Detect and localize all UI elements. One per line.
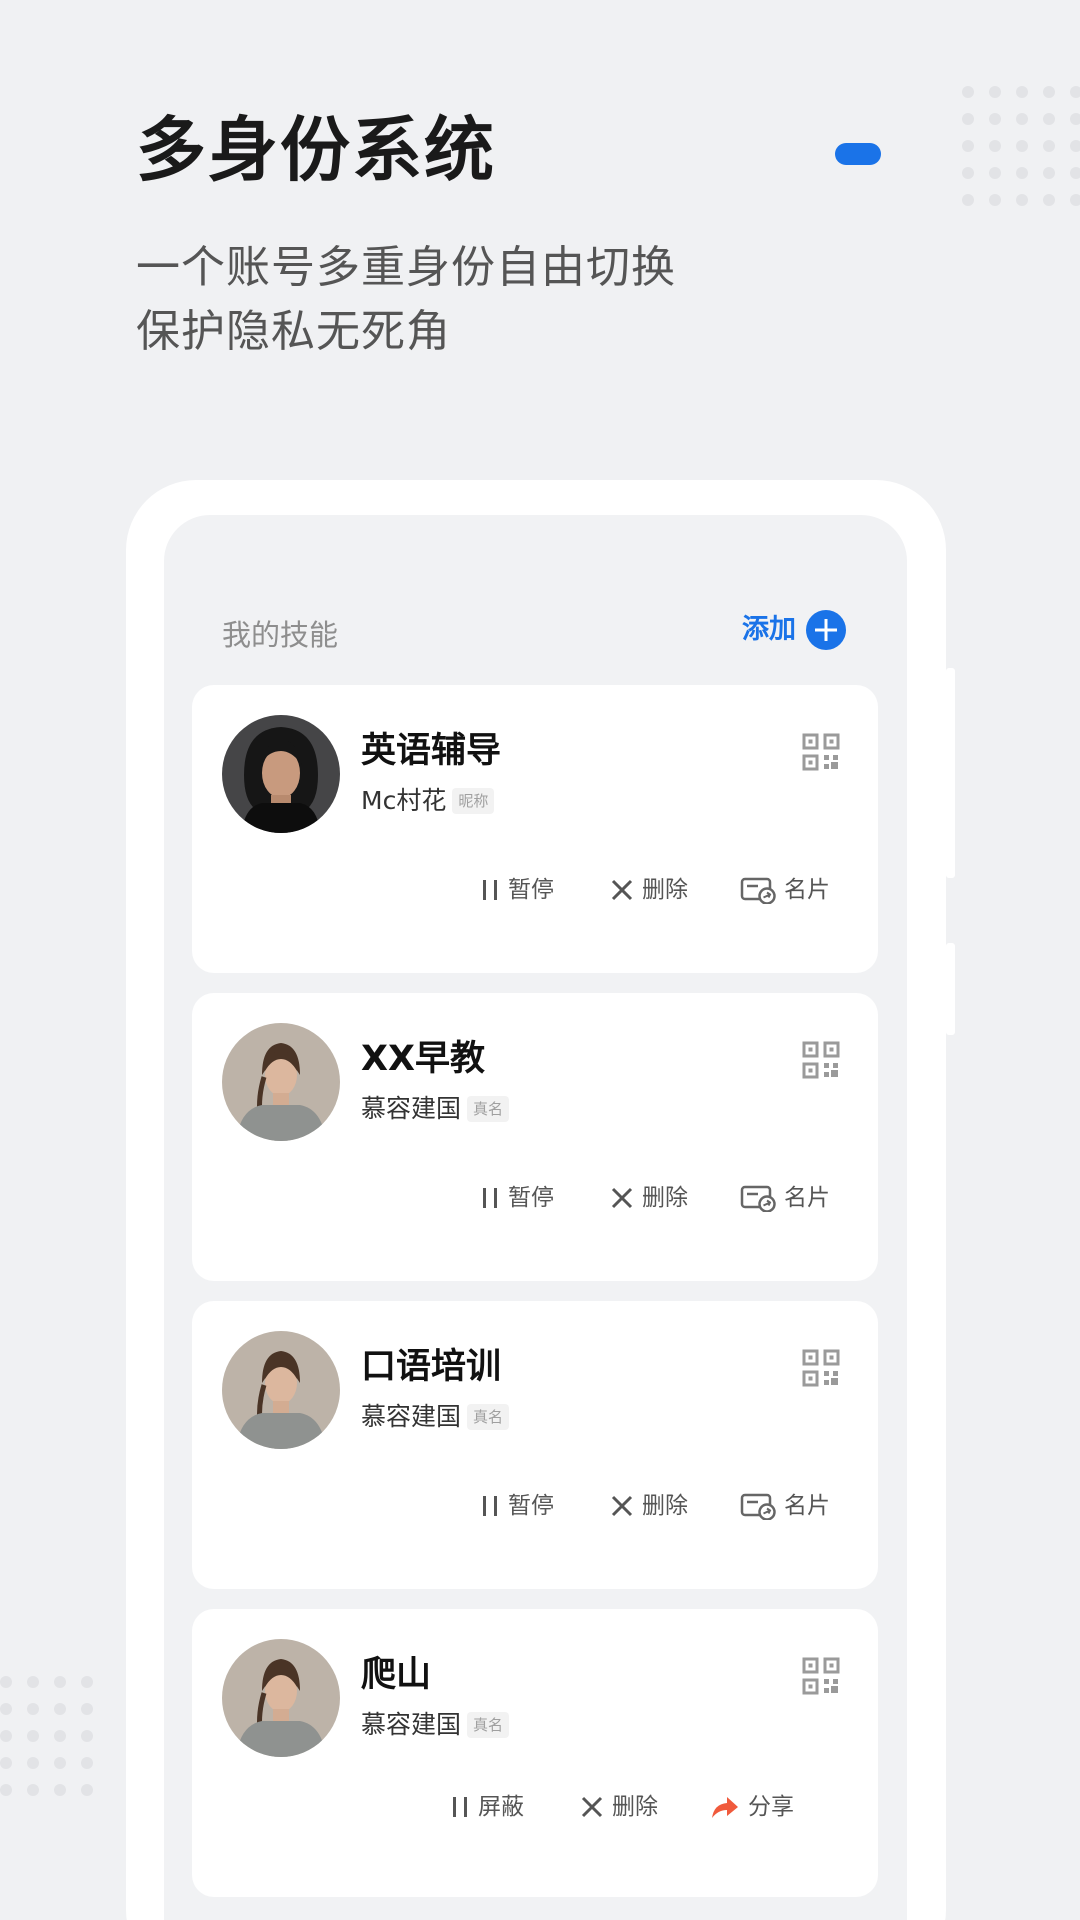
action-label: 名片 bbox=[784, 1185, 830, 1211]
hero-title: 多身份系统 bbox=[136, 109, 496, 191]
card-title: 爬山 bbox=[361, 1655, 432, 1695]
identity-name: Mc村花 bbox=[361, 786, 447, 815]
identity-type-tag: 真名 bbox=[467, 1404, 510, 1430]
card-share-icon bbox=[740, 1185, 776, 1212]
action-label: 名片 bbox=[784, 877, 830, 903]
action-label: 名片 bbox=[784, 1493, 830, 1519]
delete-button[interactable]: 删除 bbox=[610, 1180, 688, 1216]
card-share-button[interactable]: 名片 bbox=[740, 1180, 830, 1216]
card-title: 英语辅导 bbox=[361, 731, 502, 771]
pause-icon bbox=[483, 880, 497, 900]
pause-icon bbox=[483, 1496, 497, 1516]
pause-button[interactable]: 暂停 bbox=[480, 1488, 554, 1524]
pause-icon bbox=[483, 1188, 497, 1208]
card-actions: 屏蔽 删除 分享 bbox=[450, 1787, 794, 1827]
identity-name: 慕容建国 bbox=[361, 1710, 462, 1739]
plus-circle-icon bbox=[806, 610, 846, 650]
card-subtitle: Mc村花 昵称 bbox=[361, 783, 495, 819]
card-subtitle: 慕容建国 真名 bbox=[361, 1707, 510, 1743]
card-subtitle: 慕容建国 真名 bbox=[361, 1091, 510, 1127]
close-icon bbox=[581, 1796, 603, 1818]
qr-code-icon[interactable] bbox=[802, 1041, 840, 1079]
identity-name: 慕容建国 bbox=[361, 1094, 462, 1123]
card-actions: 暂停 删除 名片 bbox=[480, 1178, 830, 1218]
card-title: 口语培训 bbox=[361, 1347, 502, 1387]
action-label: 删除 bbox=[642, 1493, 688, 1519]
action-label: 删除 bbox=[642, 1185, 688, 1211]
add-label: 添加 bbox=[742, 614, 796, 645]
card-share-button[interactable]: 名片 bbox=[740, 1488, 830, 1524]
close-icon bbox=[611, 1495, 633, 1517]
close-icon bbox=[611, 879, 633, 901]
action-label: 删除 bbox=[642, 877, 688, 903]
skill-card[interactable]: XX早教 慕容建国 真名 暂停 删除 名片 bbox=[192, 993, 878, 1281]
hero-subtitle-line-2: 保护隐私无死角 bbox=[136, 306, 451, 357]
decorative-dot-grid-bottom bbox=[0, 1676, 93, 1796]
card-actions: 暂停 删除 名片 bbox=[480, 1486, 830, 1526]
avatar bbox=[222, 1331, 340, 1449]
close-icon bbox=[611, 1187, 633, 1209]
decorative-dot-grid-top bbox=[962, 86, 1080, 206]
identity-type-tag: 真名 bbox=[467, 1712, 510, 1738]
share-button[interactable]: 分享 bbox=[710, 1789, 794, 1825]
hero-subtitle-line-1: 一个账号多重身份自由切换 bbox=[136, 242, 676, 293]
card-share-icon bbox=[740, 877, 776, 904]
hero-subtitle: 一个账号多重身份自由切换 保护隐私无死角 bbox=[136, 236, 676, 364]
card-actions: 暂停 删除 名片 bbox=[480, 870, 830, 910]
card-share-icon bbox=[740, 1493, 776, 1520]
action-label: 分享 bbox=[748, 1794, 794, 1820]
card-title: XX早教 bbox=[361, 1039, 485, 1079]
action-label: 屏蔽 bbox=[478, 1794, 524, 1820]
block-button[interactable]: 屏蔽 bbox=[450, 1789, 524, 1825]
skill-card[interactable]: 口语培训 慕容建国 真名 暂停 删除 名片 bbox=[192, 1301, 878, 1589]
action-label: 暂停 bbox=[508, 1493, 554, 1519]
add-skill-button[interactable]: 添加 bbox=[742, 610, 846, 650]
action-label: 暂停 bbox=[508, 1185, 554, 1211]
pause-button[interactable]: 暂停 bbox=[480, 872, 554, 908]
pause-icon bbox=[453, 1797, 467, 1817]
accent-pill bbox=[835, 143, 881, 165]
delete-button[interactable]: 删除 bbox=[610, 1488, 688, 1524]
action-label: 删除 bbox=[612, 1794, 658, 1820]
avatar bbox=[222, 1023, 340, 1141]
phone-side-button bbox=[946, 668, 955, 878]
skill-card[interactable]: 爬山 慕容建国 真名 屏蔽 删除 分享 bbox=[192, 1609, 878, 1897]
identity-type-tag: 真名 bbox=[467, 1096, 510, 1122]
avatar bbox=[222, 1639, 340, 1757]
pause-button[interactable]: 暂停 bbox=[480, 1180, 554, 1216]
card-subtitle: 慕容建国 真名 bbox=[361, 1399, 510, 1435]
skill-card[interactable]: 英语辅导 Mc村花 昵称 暂停 删除 名片 bbox=[192, 685, 878, 973]
share-arrow-icon bbox=[712, 1797, 738, 1818]
card-share-button[interactable]: 名片 bbox=[740, 872, 830, 908]
avatar bbox=[222, 715, 340, 833]
section-title: 我的技能 bbox=[222, 618, 339, 652]
qr-code-icon[interactable] bbox=[802, 1657, 840, 1695]
qr-code-icon[interactable] bbox=[802, 733, 840, 771]
delete-button[interactable]: 删除 bbox=[580, 1789, 658, 1825]
identity-name: 慕容建国 bbox=[361, 1402, 462, 1431]
qr-code-icon[interactable] bbox=[802, 1349, 840, 1387]
identity-type-tag: 昵称 bbox=[452, 788, 495, 814]
phone-side-button bbox=[946, 943, 955, 1035]
action-label: 暂停 bbox=[508, 877, 554, 903]
delete-button[interactable]: 删除 bbox=[610, 872, 688, 908]
